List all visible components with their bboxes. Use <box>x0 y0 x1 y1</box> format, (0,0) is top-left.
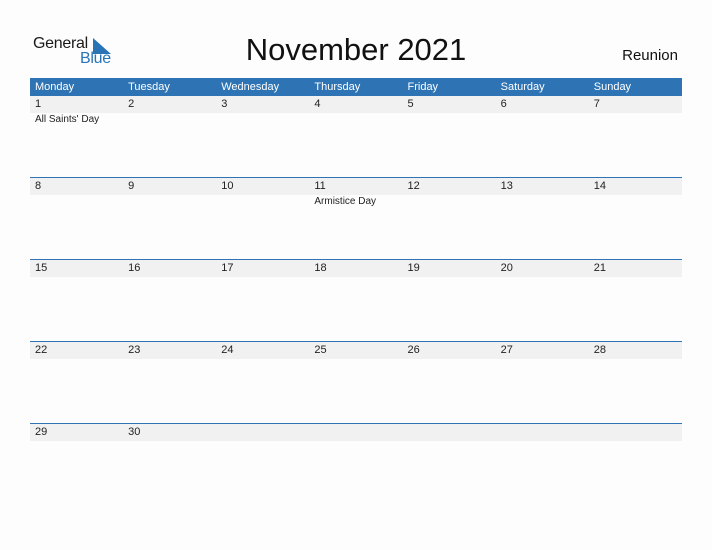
day-number: 21 <box>593 262 606 274</box>
week-row: 1 All Saints' Day 2 3 4 5 6 7 <box>30 96 682 177</box>
day-number: 29 <box>35 426 48 438</box>
holiday-label: Armistice Day <box>314 196 377 207</box>
day-cell: 11 Armistice Day <box>309 178 402 207</box>
day-cell <box>496 424 589 441</box>
weekday-thursday: Thursday <box>314 81 361 93</box>
day-number: 2 <box>128 98 135 110</box>
day-cell: 7 <box>589 96 682 113</box>
day-cell: 1 All Saints' Day <box>30 96 123 125</box>
day-cell: 13 <box>496 178 589 195</box>
day-number: 15 <box>35 262 48 274</box>
day-cell: 2 <box>123 96 216 113</box>
day-cell: 3 <box>216 96 309 113</box>
day-number: 11 <box>314 180 326 192</box>
day-number: 17 <box>221 262 234 274</box>
day-cell: 6 <box>496 96 589 113</box>
day-cell: 5 <box>403 96 496 113</box>
day-number: 9 <box>128 180 135 192</box>
day-cell: 14 <box>589 178 682 195</box>
day-number: 12 <box>407 180 420 192</box>
day-number: 19 <box>407 262 420 274</box>
day-cell: 20 <box>496 260 589 277</box>
week-row: 22 23 24 25 26 27 28 <box>30 341 682 423</box>
day-number: 1 <box>35 98 42 110</box>
day-cell: 12 <box>403 178 496 195</box>
calendar-title: November 2021 <box>245 32 467 67</box>
day-cell <box>403 424 496 441</box>
day-cell: 15 <box>30 260 123 277</box>
day-cell: 27 <box>496 342 589 359</box>
day-number: 10 <box>221 180 234 192</box>
day-cell: 29 <box>30 424 123 441</box>
day-number: 25 <box>314 344 327 356</box>
date-band: 8 9 10 11 Armistice Day 12 13 14 <box>30 178 682 207</box>
day-cell: 10 <box>216 178 309 195</box>
day-cell: 25 <box>309 342 402 359</box>
date-band: 29 30 <box>30 424 682 441</box>
day-cell <box>216 424 309 441</box>
day-number: 8 <box>35 180 42 192</box>
day-cell: 22 <box>30 342 123 359</box>
weekday-header: Monday Tuesday Wednesday Thursday Friday… <box>30 78 682 96</box>
day-number: 23 <box>128 344 141 356</box>
day-cell: 30 <box>123 424 216 441</box>
weekday-sunday: Sunday <box>593 81 632 93</box>
day-number: 6 <box>500 98 507 110</box>
date-band: 22 23 24 25 26 27 28 <box>30 342 682 359</box>
weekday-monday: Monday <box>35 81 75 93</box>
day-number: 14 <box>593 180 606 192</box>
weekday-friday: Friday <box>407 81 439 93</box>
date-band: 15 16 17 18 19 20 21 <box>30 260 682 277</box>
day-cell: 23 <box>123 342 216 359</box>
day-number: 20 <box>500 262 513 274</box>
day-cell: 24 <box>216 342 309 359</box>
day-cell <box>309 424 402 441</box>
weekday-saturday: Saturday <box>500 81 545 93</box>
region-label: Reunion <box>622 47 678 64</box>
day-number: 28 <box>593 344 606 356</box>
date-band: 1 All Saints' Day 2 3 4 5 6 7 <box>30 96 682 125</box>
day-number: 22 <box>35 344 48 356</box>
weeks-container: 1 All Saints' Day 2 3 4 5 6 7 8 9 10 11 Armistice Da… <box>30 96 682 505</box>
day-cell: 17 <box>216 260 309 277</box>
day-cell: 26 <box>403 342 496 359</box>
calendar-grid: Monday Tuesday Wednesday Thursday Friday… <box>30 78 682 505</box>
day-number: 5 <box>407 98 414 110</box>
day-number: 7 <box>593 98 600 110</box>
day-number: 27 <box>500 344 513 356</box>
day-cell: 28 <box>589 342 682 359</box>
week-row: 8 9 10 11 Armistice Day 12 13 14 <box>30 177 682 259</box>
day-cell: 8 <box>30 178 123 195</box>
day-cell: 21 <box>589 260 682 277</box>
day-cell <box>589 424 682 441</box>
weekday-tuesday: Tuesday <box>128 81 170 93</box>
day-cell: 9 <box>123 178 216 195</box>
day-number: 4 <box>314 98 321 110</box>
week-row: 29 30 <box>30 423 682 505</box>
day-cell: 16 <box>123 260 216 277</box>
day-number: 3 <box>221 98 228 110</box>
day-number: 16 <box>128 262 141 274</box>
day-number: 26 <box>407 344 420 356</box>
weekday-wednesday: Wednesday <box>221 81 280 93</box>
holiday-label: All Saints' Day <box>35 114 100 125</box>
day-number: 24 <box>221 344 234 356</box>
day-number: 30 <box>128 426 141 438</box>
day-cell: 19 <box>403 260 496 277</box>
day-number: 13 <box>500 180 513 192</box>
day-cell: 18 <box>309 260 402 277</box>
week-row: 15 16 17 18 19 20 21 <box>30 259 682 341</box>
day-number: 18 <box>314 262 327 274</box>
day-cell: 4 <box>309 96 402 113</box>
